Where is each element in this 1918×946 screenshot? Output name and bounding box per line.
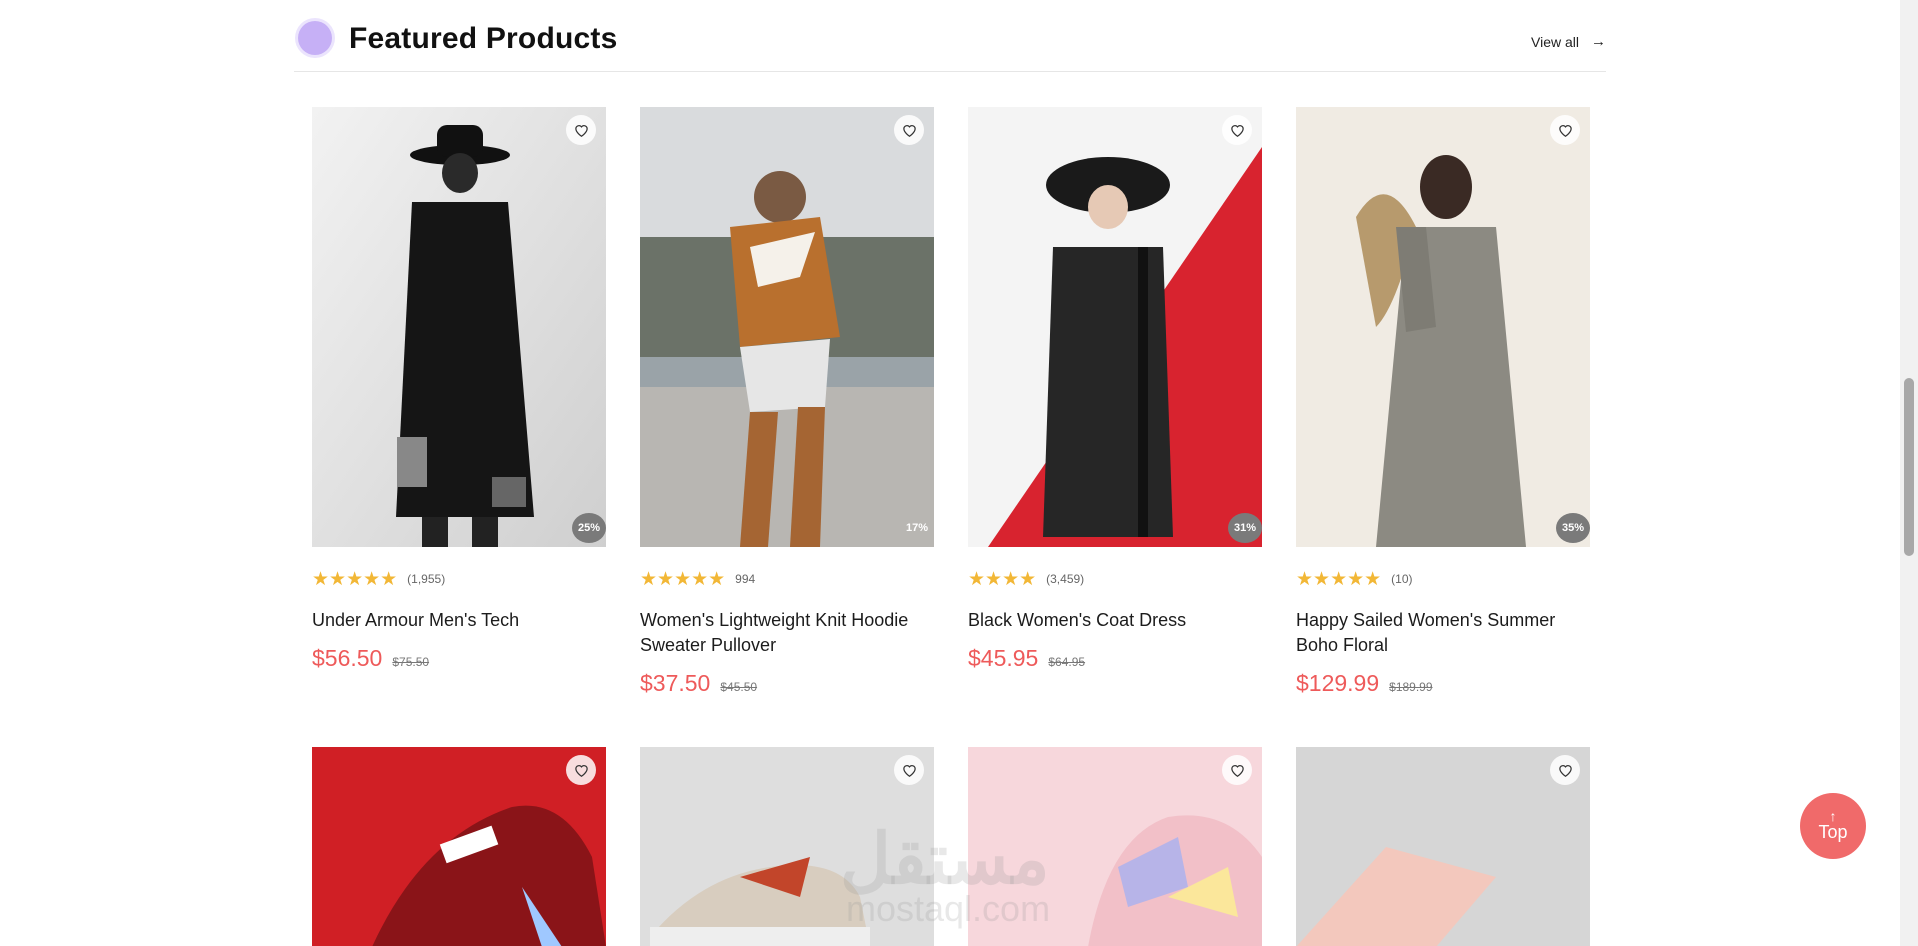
rating-count: 994 bbox=[735, 572, 756, 586]
rating: ★★★★★ (10) bbox=[1296, 568, 1590, 590]
price-block: $129.99 $189.99 bbox=[1296, 670, 1590, 697]
rating-count: (1,955) bbox=[407, 572, 446, 586]
old-price: $75.50 bbox=[392, 655, 430, 669]
product-card[interactable]: 35% ★★★★★ (10) Happy Sailed Women's Summ… bbox=[1296, 107, 1590, 747]
arrow-up-icon: ↑ bbox=[1829, 807, 1837, 824]
product-card[interactable]: 25% ★★★★★ (1,955) Under Armour Men's Tec… bbox=[312, 107, 606, 747]
page-scrollbar[interactable] bbox=[1900, 0, 1918, 946]
old-price: $189.99 bbox=[1389, 680, 1433, 694]
wishlist-button[interactable] bbox=[1222, 115, 1252, 145]
current-price: $56.50 bbox=[312, 645, 383, 671]
product-card[interactable]: 31% ★★★★ (3,459) Black Women's Coat Dres… bbox=[968, 107, 1262, 747]
section-title: Featured Products bbox=[349, 22, 618, 55]
section-header: Featured Products View all → bbox=[294, 0, 1606, 72]
price-block: $56.50 $75.50 bbox=[312, 645, 606, 672]
heart-outline-icon bbox=[574, 125, 588, 137]
heart-outline-icon bbox=[902, 765, 916, 777]
rating: ★★★★★ (1,955) bbox=[312, 568, 606, 590]
rating: ★★★★ (3,459) bbox=[968, 568, 1262, 590]
man-black-coat-photo bbox=[312, 107, 606, 547]
price-block: $45.95 $64.95 bbox=[968, 645, 1262, 672]
star-rating-icon: ★★★★★ bbox=[640, 568, 726, 590]
price-block: $37.50 $45.50 bbox=[640, 670, 934, 697]
product-name[interactable]: Under Armour Men's Tech bbox=[312, 608, 606, 633]
wishlist-button[interactable] bbox=[894, 115, 924, 145]
discount-badge: 25% bbox=[572, 513, 606, 543]
product-grid: 25% ★★★★★ (1,955) Under Armour Men's Tec… bbox=[312, 107, 1590, 747]
product-image[interactable] bbox=[312, 747, 606, 946]
wishlist-button[interactable] bbox=[894, 755, 924, 785]
discount-badge: 17% bbox=[905, 522, 929, 534]
current-price: $129.99 bbox=[1296, 670, 1380, 696]
view-all-link[interactable]: View all → bbox=[1531, 33, 1606, 50]
heart-outline-icon bbox=[1230, 125, 1244, 137]
old-price: $45.50 bbox=[720, 680, 758, 694]
heart-outline-icon bbox=[1558, 765, 1572, 777]
back-to-top-label: Top bbox=[1818, 821, 1848, 842]
back-to-top-button[interactable]: ↑ Top bbox=[1800, 793, 1866, 859]
product-name[interactable]: Women's Lightweight Knit Hoodie Sweater … bbox=[640, 608, 934, 658]
product-image[interactable]: 17% bbox=[640, 107, 934, 547]
wishlist-button[interactable] bbox=[1550, 115, 1580, 145]
watermark-domain: mostaql.com bbox=[846, 888, 1051, 929]
view-all-label: View all bbox=[1531, 33, 1579, 50]
discount-badge: 35% bbox=[1556, 513, 1590, 543]
heart-outline-icon bbox=[1230, 765, 1244, 777]
arrow-right-icon: → bbox=[1591, 33, 1606, 50]
product-card[interactable]: 17% ★★★★★ 994 Women's Lightweight Knit H… bbox=[640, 107, 934, 747]
woman-knit-sweater-photo bbox=[640, 107, 934, 547]
product-image[interactable]: 31% bbox=[968, 107, 1262, 547]
wishlist-button[interactable] bbox=[566, 115, 596, 145]
product-image[interactable]: 35% bbox=[1296, 107, 1590, 547]
star-rating-icon: ★★★★ bbox=[968, 568, 1037, 590]
woman-boho-floral-photo bbox=[1296, 107, 1590, 547]
page-viewport: Featured Products View all → 25% ★★★★★ (… bbox=[0, 0, 1900, 946]
pink-paper-photo bbox=[1296, 747, 1590, 946]
product-name[interactable]: Black Women's Coat Dress bbox=[968, 608, 1262, 633]
wishlist-button[interactable] bbox=[566, 755, 596, 785]
old-price: $64.95 bbox=[1048, 655, 1086, 669]
wishlist-button[interactable] bbox=[1550, 755, 1580, 785]
product-image[interactable] bbox=[1296, 747, 1590, 946]
product-image[interactable]: 25% bbox=[312, 107, 606, 547]
heart-outline-icon bbox=[574, 765, 588, 777]
featured-products-section: Featured Products View all → 25% ★★★★★ (… bbox=[294, 0, 1606, 946]
red-sneaker-photo bbox=[312, 747, 606, 946]
section-dot-icon bbox=[298, 21, 332, 55]
rating-count: (10) bbox=[1391, 572, 1413, 586]
star-rating-icon: ★★★★★ bbox=[312, 568, 398, 590]
star-rating-icon: ★★★★★ bbox=[1296, 568, 1382, 590]
discount-badge: 31% bbox=[1228, 513, 1262, 543]
heart-outline-icon bbox=[1558, 125, 1572, 137]
scrollbar-thumb[interactable] bbox=[1904, 378, 1914, 556]
product-card[interactable] bbox=[312, 747, 606, 946]
heart-outline-icon bbox=[902, 125, 916, 137]
rating: ★★★★★ 994 bbox=[640, 568, 934, 590]
current-price: $45.95 bbox=[968, 645, 1039, 671]
current-price: $37.50 bbox=[640, 670, 711, 696]
product-name[interactable]: Happy Sailed Women's Summer Boho Floral bbox=[1296, 608, 1590, 658]
woman-black-coat-dress-photo bbox=[968, 107, 1262, 547]
product-card[interactable] bbox=[1296, 747, 1590, 946]
rating-count: (3,459) bbox=[1046, 572, 1085, 586]
wishlist-button[interactable] bbox=[1222, 755, 1252, 785]
